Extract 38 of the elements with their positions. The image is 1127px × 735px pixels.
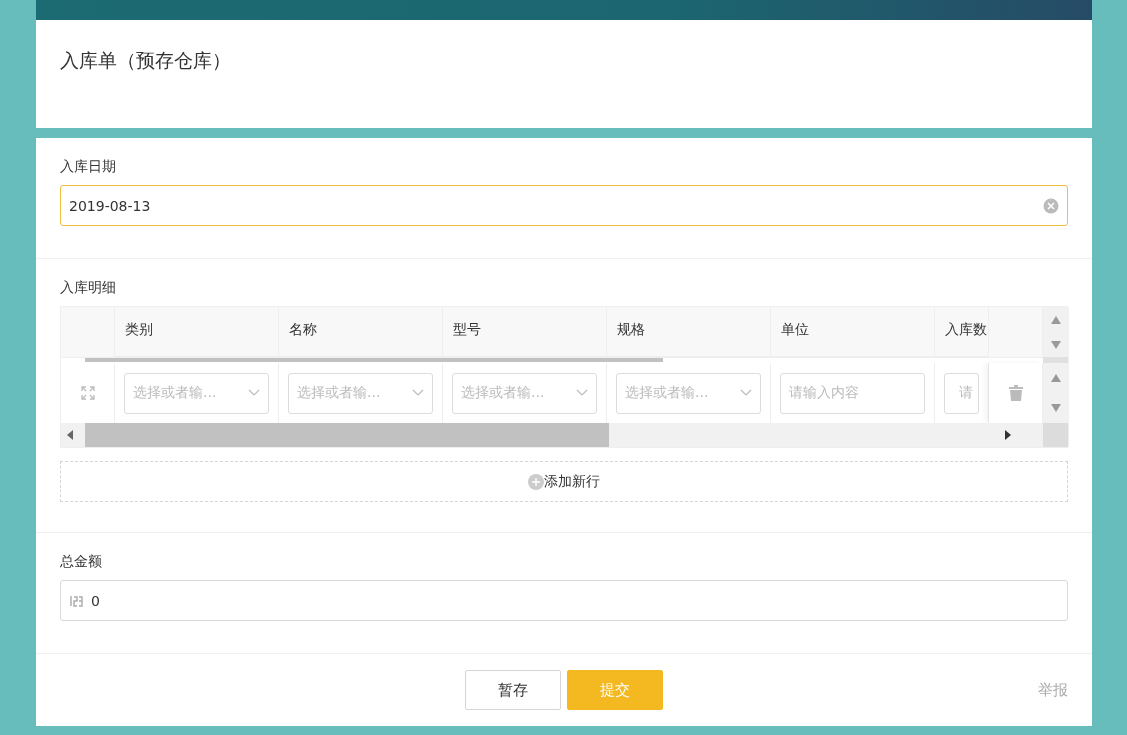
chevron-down-icon bbox=[576, 389, 588, 397]
select-field[interactable]: 选择或者输... bbox=[288, 372, 433, 414]
add-row-button[interactable]: 添加新行 bbox=[60, 461, 1068, 502]
date-field[interactable]: 2019-08-13 bbox=[60, 185, 1068, 226]
column-header: 名称 bbox=[279, 307, 443, 357]
trash-icon[interactable] bbox=[1008, 385, 1023, 401]
column-header: 规格 bbox=[607, 307, 771, 357]
submit-button[interactable]: 提交 bbox=[567, 670, 663, 710]
select-field[interactable]: 选择或者输... bbox=[452, 372, 597, 414]
column-header: 单位 bbox=[771, 307, 935, 357]
column-header: 入库数 bbox=[935, 307, 989, 357]
save-draft-button[interactable]: 暂存 bbox=[465, 670, 561, 710]
scroll-up-icon[interactable] bbox=[1051, 374, 1061, 382]
form-title: 入库单（预存仓库） bbox=[60, 48, 232, 73]
scroll-right-icon[interactable] bbox=[1005, 430, 1011, 440]
total-field[interactable]: 0 bbox=[60, 580, 1068, 621]
select-field[interactable]: 选择或者输... bbox=[124, 372, 269, 414]
number-icon bbox=[69, 593, 83, 608]
scroll-down-icon[interactable] bbox=[1051, 404, 1061, 412]
field-label: 入库日期 bbox=[60, 158, 117, 176]
chevron-down-icon bbox=[248, 389, 260, 397]
scroll-up-icon[interactable] bbox=[1051, 315, 1061, 324]
plus-icon bbox=[528, 473, 544, 490]
clear-icon[interactable] bbox=[1043, 197, 1059, 214]
scroll-left-icon[interactable] bbox=[67, 430, 73, 440]
column-header: 型号 bbox=[443, 307, 607, 357]
expand-icon[interactable] bbox=[80, 386, 95, 400]
horizontal-scrollbar[interactable] bbox=[61, 423, 1043, 447]
select-field[interactable]: 选择或者输... bbox=[616, 372, 761, 414]
report-link[interactable]: 举报 bbox=[1038, 680, 1068, 700]
field-label: 入库明细 bbox=[60, 279, 117, 297]
number-field[interactable]: 请 bbox=[944, 372, 979, 414]
column-header: 类别 bbox=[115, 307, 279, 357]
field-label: 总金额 bbox=[60, 553, 103, 571]
scroll-down-icon[interactable] bbox=[1051, 340, 1061, 349]
input-field[interactable]: 请输入内容 bbox=[780, 372, 925, 414]
chevron-down-icon bbox=[412, 389, 424, 397]
chevron-down-icon bbox=[740, 389, 752, 397]
